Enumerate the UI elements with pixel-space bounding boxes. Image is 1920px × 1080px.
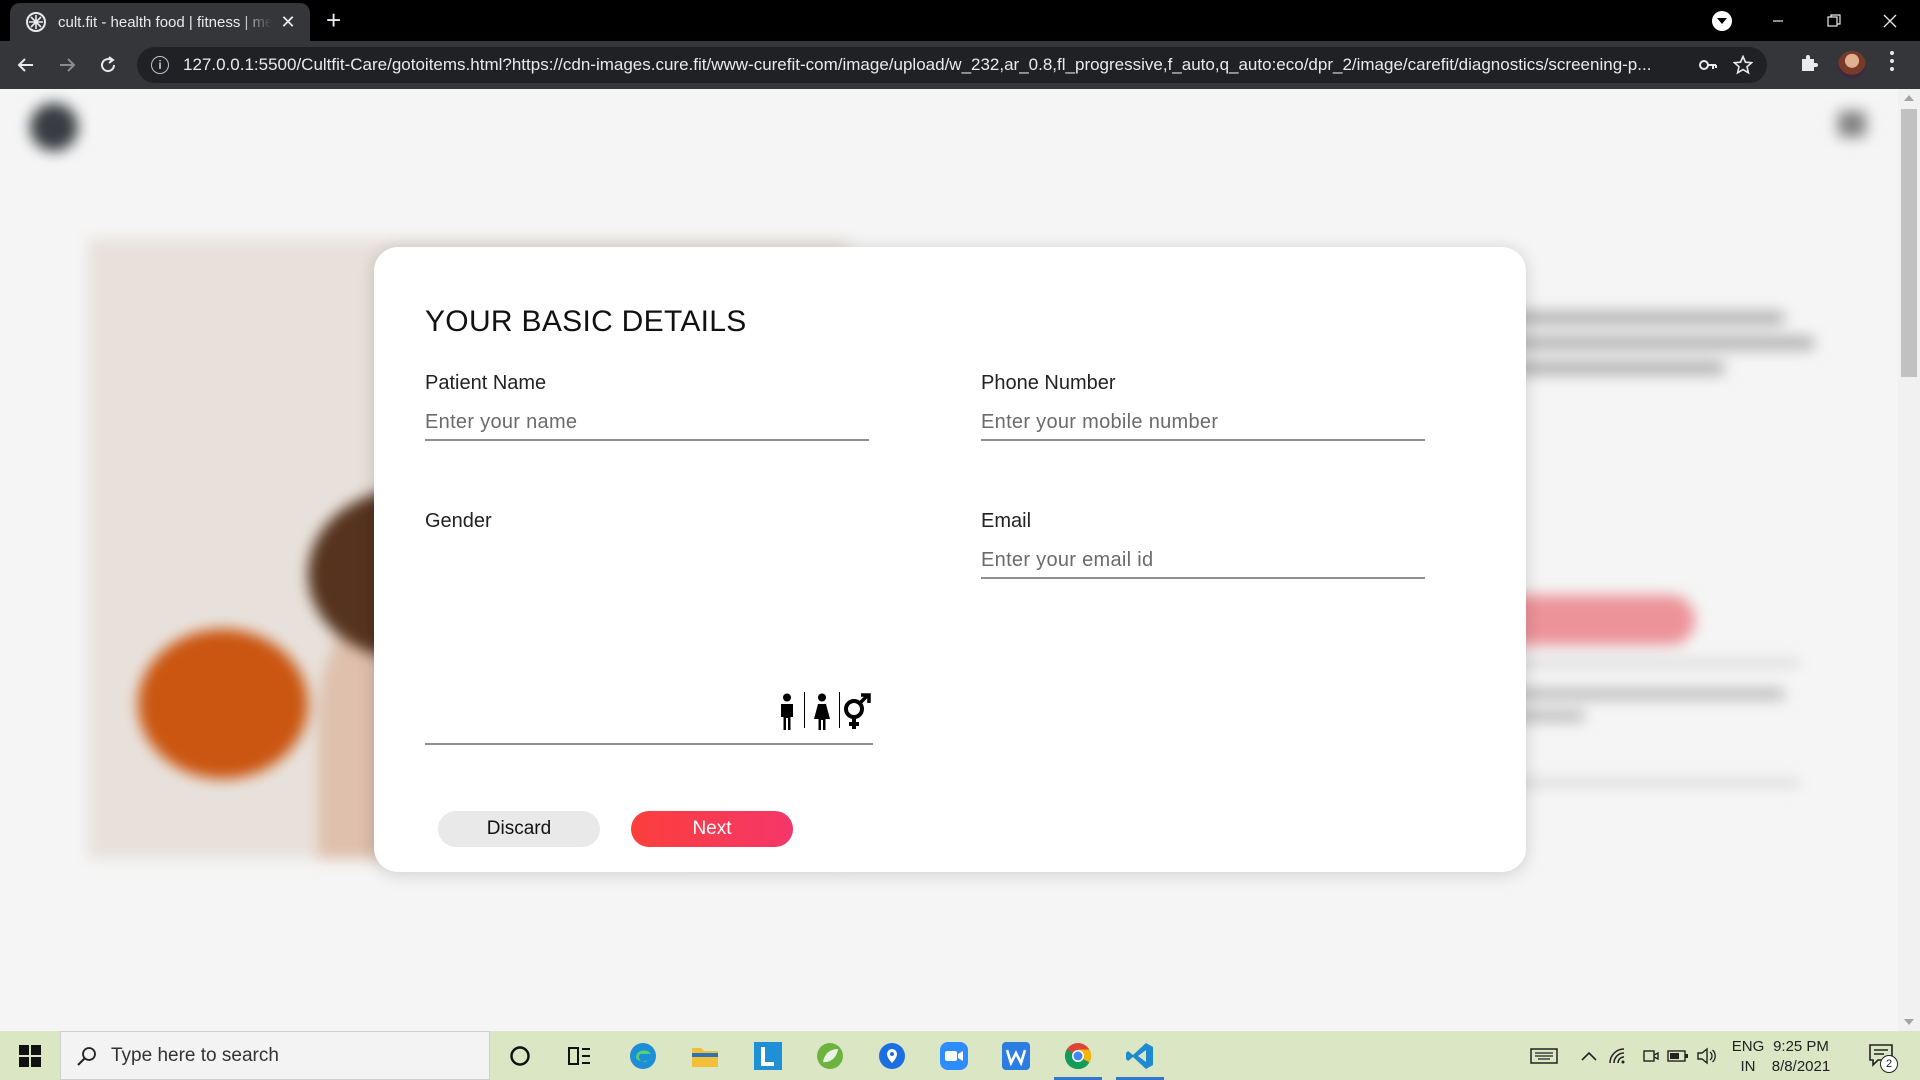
edge-browser-icon[interactable] <box>615 1031 671 1080</box>
patient-name-input[interactable] <box>425 405 869 441</box>
gender-field-underline <box>425 743 873 745</box>
female-icon[interactable] <box>805 689 839 731</box>
key-icon[interactable] <box>1699 59 1717 71</box>
email-label: Email <box>981 510 1032 532</box>
input-language-indicator[interactable]: ENG IN <box>1726 1037 1770 1077</box>
modal-title: YOUR BASIC DETAILS <box>425 305 747 338</box>
windows-logo-icon <box>19 1044 41 1067</box>
page-viewport: ​ YOUR BASIC DETAILS Patient Name Phone … <box>0 89 1898 1031</box>
taskbar-clock[interactable]: 9:25 PM 8/8/2021 <box>1766 1037 1836 1077</box>
start-button[interactable] <box>0 1031 60 1080</box>
wps-writer-icon[interactable] <box>988 1031 1044 1080</box>
tab-title: cult.fit - health food | fitness | medit… <box>58 13 272 31</box>
browser-tab-strip: cult.fit - health food | fitness | medit… <box>0 0 1920 41</box>
browser-menu-icon[interactable] <box>1890 51 1894 71</box>
clock-time: 9:25 PM <box>1773 1038 1829 1055</box>
keyboard-layout-icon[interactable] <box>1528 1031 1560 1080</box>
other-gender-icon[interactable] <box>840 689 874 731</box>
address-bar[interactable]: i 127.0.0.1:5500/Cultfit-Care/gotoitems.… <box>137 47 1767 83</box>
page-scrollbar[interactable] <box>1898 89 1920 1031</box>
gender-label: Gender <box>425 510 492 532</box>
minimize-button[interactable] <box>1750 0 1806 41</box>
site-info-icon[interactable]: i <box>151 56 169 74</box>
tab-close-icon[interactable]: ✕ <box>280 12 296 33</box>
phone-number-input[interactable] <box>981 405 1425 441</box>
scroll-up-icon[interactable] <box>1904 95 1914 101</box>
scroll-down-icon[interactable] <box>1904 1019 1914 1025</box>
new-tab-button[interactable]: + <box>326 6 341 34</box>
restore-button[interactable] <box>1806 0 1862 41</box>
windows-taskbar: Type here to search ENG IN 9:25 PM 8/8/2… <box>0 1031 1920 1080</box>
bookmark-star-icon[interactable] <box>1733 55 1753 75</box>
file-explorer-icon[interactable] <box>677 1031 733 1080</box>
browser-tab-active[interactable]: cult.fit - health food | fitness | medit… <box>10 3 310 41</box>
email-input[interactable] <box>981 543 1425 579</box>
lang-bottom: IN <box>1740 1058 1756 1075</box>
profile-avatar[interactable] <box>1838 51 1866 79</box>
search-icon <box>77 1046 96 1066</box>
forward-arrow-icon <box>60 58 76 72</box>
basic-details-modal: YOUR BASIC DETAILS Patient Name Phone Nu… <box>374 247 1526 872</box>
taskbar-search-placeholder: Type here to search <box>111 1044 279 1066</box>
close-window-button[interactable] <box>1862 0 1918 41</box>
l-app-icon[interactable] <box>740 1031 796 1080</box>
forward-button[interactable] <box>51 49 83 81</box>
volume-icon[interactable] <box>1694 1031 1720 1080</box>
next-button[interactable]: Next <box>631 811 793 847</box>
show-hidden-icons-chevron-icon[interactable] <box>1578 1031 1600 1080</box>
clock-date: 8/8/2021 <box>1771 1058 1831 1075</box>
notification-count-badge: 2 <box>1880 1055 1898 1073</box>
reload-icon <box>101 56 116 73</box>
url-text[interactable]: 127.0.0.1:5500/Cultfit-Care/gotoitems.ht… <box>183 55 1683 75</box>
meet-now-icon[interactable] <box>1638 1031 1662 1080</box>
battery-icon[interactable] <box>1666 1031 1690 1080</box>
gender-options <box>770 689 874 731</box>
spring-leaf-icon[interactable] <box>802 1031 858 1080</box>
chrome-browser-icon[interactable] <box>1050 1031 1106 1080</box>
scrollbar-thumb[interactable] <box>1901 109 1917 377</box>
taskbar-search-box[interactable]: Type here to search <box>60 1031 490 1080</box>
cortana-icon[interactable] <box>492 1031 548 1080</box>
extensions-puzzle-icon[interactable] <box>1798 52 1820 74</box>
discard-button[interactable]: Discard <box>438 811 600 847</box>
notification-center-icon[interactable]: 2 <box>1868 1043 1898 1073</box>
reload-button[interactable] <box>92 49 124 81</box>
lang-top: ENG <box>1731 1038 1765 1055</box>
patient-name-label: Patient Name <box>425 372 547 394</box>
tab-search-icon[interactable] <box>1712 11 1732 31</box>
back-button[interactable] <box>10 49 42 81</box>
phone-number-label: Phone Number <box>981 372 1116 394</box>
male-icon[interactable] <box>770 689 804 731</box>
back-arrow-icon <box>17 58 33 72</box>
vscode-icon[interactable] <box>1112 1031 1168 1080</box>
wifi-icon[interactable] <box>1606 1031 1630 1080</box>
task-view-icon[interactable] <box>552 1031 608 1080</box>
maps-location-icon[interactable] <box>864 1031 920 1080</box>
zoom-app-icon[interactable] <box>926 1031 982 1080</box>
cultfit-favicon-icon <box>26 12 46 32</box>
